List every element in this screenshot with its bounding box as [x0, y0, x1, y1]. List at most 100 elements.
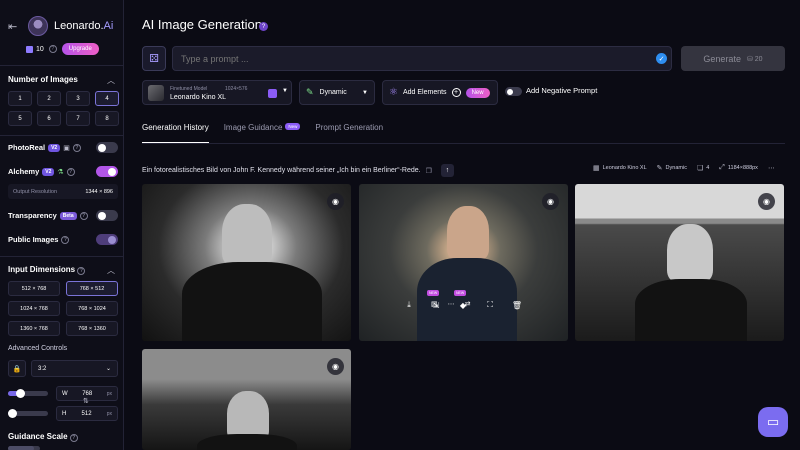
camera-icon: ▣: [63, 144, 70, 152]
photoreal-toggle[interactable]: [96, 142, 118, 153]
portrait-face: [667, 224, 713, 282]
generated-image[interactable]: ◉: [142, 184, 351, 341]
prompt-input[interactable]: [172, 46, 672, 71]
caret-down-icon[interactable]: ▼: [282, 88, 288, 94]
meta-count: ❏ 4: [697, 164, 709, 172]
portrait-face: [447, 206, 489, 260]
tab-generation-history[interactable]: Generation History: [142, 117, 209, 143]
photoreal-row: PhotoReal V2 ▣?: [8, 142, 118, 153]
check-icon[interactable]: ✓: [656, 53, 667, 64]
info-icon[interactable]: ?: [61, 235, 70, 244]
style-select[interactable]: ✎ Dynamic ▼: [299, 80, 375, 105]
height-field[interactable]: H 512 px: [56, 406, 118, 421]
dimension-option[interactable]: 768 × 1024: [66, 301, 118, 316]
photoreal-label-group: PhotoReal V2 ▣?: [8, 143, 81, 152]
tab-image-guidance[interactable]: Image Guidance New: [224, 117, 301, 143]
input-dimensions-label: Input Dimensions: [8, 265, 76, 274]
num-images-option[interactable]: 1: [8, 91, 32, 106]
eye-icon[interactable]: ◉: [542, 193, 559, 210]
num-images-option[interactable]: 3: [66, 91, 90, 106]
info-icon[interactable]: ?: [77, 267, 86, 275]
guidance-scale-label: Guidance Scale: [8, 432, 68, 441]
meta-size-value: 1184×888px: [727, 165, 758, 171]
model-name: Leonardo Kino XL: [170, 94, 227, 101]
reuse-prompt-arrow-icon[interactable]: ↑: [440, 164, 454, 177]
width-label: W: [62, 390, 68, 397]
height-label: H: [62, 410, 67, 417]
unzoom-icon[interactable]: NEW ⇲: [427, 290, 443, 312]
tab-prompt-generation[interactable]: Prompt Generation: [315, 117, 383, 143]
dimension-option[interactable]: 768 × 1360: [66, 321, 118, 336]
generate-button[interactable]: Generate ⛁ 20: [681, 46, 785, 71]
generated-image[interactable]: ◉: [575, 184, 784, 341]
generate-label: Generate: [703, 53, 741, 64]
dimension-option[interactable]: 1360 × 768: [8, 321, 60, 336]
width-slider[interactable]: [8, 389, 48, 398]
transparency-toggle[interactable]: [96, 210, 118, 221]
portrait-suit: [182, 262, 322, 341]
dimension-option[interactable]: 768 × 512: [66, 281, 118, 296]
num-images-option[interactable]: 2: [37, 91, 61, 106]
brush-icon: ✎: [306, 87, 314, 97]
info-icon[interactable]: ?: [69, 434, 78, 442]
random-prompt-dice-icon[interactable]: ⚄: [142, 46, 166, 71]
chevron-up-icon[interactable]: ︿: [107, 75, 115, 86]
num-images-option[interactable]: 4: [95, 91, 119, 106]
lock-icon[interactable]: 🔒: [8, 360, 26, 377]
back-arrow-icon[interactable]: ⇤: [8, 20, 22, 33]
add-elements-button[interactable]: ⚛ Add Elements + New: [382, 80, 498, 105]
height-slider-knob[interactable]: [8, 409, 17, 418]
public-images-toggle[interactable]: [96, 234, 118, 245]
guidance-slider[interactable]: [8, 446, 40, 450]
num-images-option[interactable]: 6: [37, 111, 61, 126]
chevron-down-icon: ⌄: [105, 366, 111, 372]
tab-generation-history-label: Generation History: [142, 123, 209, 132]
meta-model-name: Leonardo Kino XL: [602, 165, 647, 171]
generated-image[interactable]: ◉: [142, 349, 351, 450]
eye-icon[interactable]: ◉: [758, 193, 775, 210]
negative-prompt-toggle[interactable]: [505, 87, 522, 96]
chevron-up-icon[interactable]: ︿: [107, 265, 115, 276]
tab-prompt-generation-label: Prompt Generation: [315, 123, 384, 132]
model-icon: ▦: [593, 165, 600, 172]
edit-icon[interactable]: [268, 89, 277, 98]
atom-icon: ⚛: [389, 87, 398, 98]
alchemy-toggle[interactable]: [96, 166, 118, 177]
help-icon[interactable]: ?: [259, 22, 268, 31]
copy-icon[interactable]: ❐: [426, 167, 432, 175]
crop-icon[interactable]: ⛶: [483, 298, 497, 312]
alchemy-row: Alchemy V2 ⚗?: [8, 166, 118, 177]
eye-icon[interactable]: ◉: [327, 358, 344, 375]
generation-meta: ▦ Leonardo Kino XL ✎ Dynamic ❏ 4 ⤢ 1184×888p…: [593, 164, 775, 172]
download-icon[interactable]: ⤓: [402, 298, 416, 312]
avatar[interactable]: [28, 16, 48, 36]
generated-image[interactable]: ◉ ▨ ⋯ ⇄ ⤓ NEW ⇲ NEW ◆ ⛶ 🗑: [359, 184, 568, 341]
dimension-option[interactable]: 1024 × 768: [8, 301, 60, 316]
flask-icon: ⚗: [57, 168, 64, 176]
info-icon[interactable]: ?: [79, 211, 88, 220]
new-badge: New: [465, 87, 490, 98]
brush-icon: ✎: [656, 165, 663, 172]
info-icon[interactable]: ?: [72, 143, 81, 152]
guidance-slider-fill: [8, 446, 34, 450]
num-images-option[interactable]: 5: [8, 111, 32, 126]
info-icon[interactable]: ?: [66, 167, 75, 176]
more-options-icon[interactable]: ⋯: [768, 164, 775, 172]
eye-icon[interactable]: ◉: [327, 193, 344, 210]
swap-icon[interactable]: ⇅: [83, 397, 89, 405]
width-slider-knob[interactable]: [16, 389, 25, 398]
aspect-ratio-select[interactable]: 3:2 ⌄: [31, 360, 118, 377]
tabs: Generation History Image Guidance New Pro…: [142, 117, 383, 143]
dimension-option[interactable]: 512 × 768: [8, 281, 60, 296]
num-images-option[interactable]: 7: [66, 111, 90, 126]
num-images-option[interactable]: 8: [95, 111, 119, 126]
upgrade-button[interactable]: Upgrade: [61, 43, 99, 55]
model-select[interactable]: Finetuned Model 1024×576 Leonardo Kino X…: [142, 80, 292, 105]
trash-icon[interactable]: 🗑: [510, 298, 524, 312]
upscale-icon[interactable]: NEW ◆: [454, 290, 470, 312]
meta-count-value: 4: [706, 165, 710, 171]
height-slider[interactable]: [8, 409, 48, 418]
info-icon[interactable]: ?: [48, 45, 57, 53]
output-resolution-value: 1344 × 896: [85, 188, 113, 195]
chat-support-icon[interactable]: ▭: [758, 407, 788, 437]
